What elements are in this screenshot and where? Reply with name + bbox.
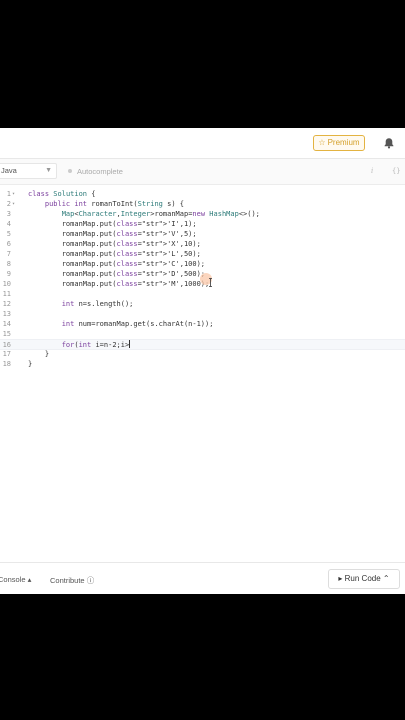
code-line[interactable]: 5 romanMap.put(class="str">'V',5);: [0, 229, 405, 239]
line-number: 12: [2, 300, 11, 308]
top-bar: ☆ Premium: [0, 128, 405, 159]
code-line[interactable]: 15: [0, 329, 405, 339]
line-number: 15: [2, 330, 11, 338]
braces-icon[interactable]: {}: [392, 167, 400, 175]
code-text: public int romanToInt(String s) {: [44, 200, 184, 208]
code-text: romanMap.put(class="str">'L',50);: [28, 250, 201, 258]
line-number: 8: [6, 260, 11, 268]
star-icon: ☆: [318, 138, 326, 147]
code-text: romanMap.put(class="str">'V',5);: [28, 230, 197, 238]
code-text: romanMap.put(class="str">'C',100);: [28, 260, 206, 268]
code-editor-app: ☆ Premium Java ▼ Autocomplete i {} 1 ▾ clas…: [0, 128, 405, 594]
info-icon[interactable]: i: [371, 167, 373, 175]
code-line[interactable]: 12 int n=s.length();: [0, 299, 405, 309]
chevron-up-icon: ⌃: [382, 574, 390, 583]
console-label: Console: [0, 575, 26, 584]
code-text: }: [28, 350, 50, 358]
code-line[interactable]: 11: [0, 289, 405, 299]
fold-chevron-icon[interactable]: ▾: [12, 189, 15, 199]
chevron-up-icon: ▴: [27, 575, 32, 584]
line-number: 7: [6, 250, 11, 258]
code-text: int n=s.length();: [61, 300, 134, 308]
toggle-dot-icon: [68, 169, 72, 173]
code-text: class Solution {: [28, 190, 96, 198]
text-caret: [129, 340, 131, 348]
editor-toolbar: Java ▼ Autocomplete i {}: [0, 159, 405, 185]
code-text: romanMap.put(class="str">'X',10);: [28, 240, 201, 248]
code-text: Map<Character,Integer>romanMap=new HashM…: [61, 210, 260, 218]
line-number: 4: [6, 220, 11, 228]
autocomplete-label: Autocomplete: [77, 167, 123, 176]
code-text: romanMap.put(class="str">'I',1);: [28, 220, 197, 228]
line-number: 13: [2, 310, 11, 318]
language-value: Java: [1, 166, 17, 175]
bell-icon[interactable]: [383, 137, 395, 149]
contribute-button[interactable]: Contribute ⓘ: [50, 575, 94, 586]
code-text: romanMap.put(class="str">'D',500);: [28, 270, 206, 278]
code-line[interactable]: 3 Map<Character,Integer>romanMap=new Has…: [0, 209, 405, 219]
code-line[interactable]: 13: [0, 309, 405, 319]
run-code-button[interactable]: ▸ Run Code ⌃: [328, 569, 400, 589]
code-text: }: [28, 360, 33, 368]
info-circle-icon: ⓘ: [86, 576, 95, 585]
code-line[interactable]: 8 romanMap.put(class="str">'C',100);: [0, 259, 405, 269]
code-line[interactable]: 4 romanMap.put(class="str">'I',1);: [0, 219, 405, 229]
premium-button[interactable]: ☆ Premium: [313, 135, 365, 151]
code-line[interactable]: 6 romanMap.put(class="str">'X',10);: [0, 239, 405, 249]
line-number: 6: [6, 240, 11, 248]
run-code-label: Run Code: [344, 574, 381, 583]
bottom-bar: Console ▴ Contribute ⓘ ▸ Run Code ⌃: [0, 562, 405, 594]
line-number: 17: [2, 350, 11, 358]
console-button[interactable]: Console ▴: [0, 575, 31, 584]
line-number: 2: [6, 200, 11, 208]
code-line[interactable]: 14 int num=romanMap.get(s.charAt(n-1));: [0, 319, 405, 329]
language-select[interactable]: Java ▼: [0, 163, 57, 179]
fold-chevron-icon[interactable]: ▾: [12, 199, 15, 209]
line-number: 10: [2, 280, 11, 288]
code-text: int num=romanMap.get(s.charAt(n-1));: [61, 320, 214, 328]
line-number: 5: [6, 230, 11, 238]
premium-label: Premium: [327, 138, 360, 147]
chevron-down-icon: ▼: [45, 167, 52, 174]
code-line[interactable]: 1 ▾ class Solution {: [0, 189, 405, 199]
code-line[interactable]: 17 }: [0, 349, 405, 359]
line-number: 14: [2, 320, 11, 328]
line-number: 11: [2, 290, 11, 298]
code-line[interactable]: 18}: [0, 359, 405, 369]
contribute-label: Contribute: [50, 576, 85, 585]
line-number: 1: [6, 190, 11, 198]
line-number: 9: [6, 270, 11, 278]
line-number: 3: [6, 210, 11, 218]
code-editor[interactable]: 1 ▾ class Solution {2 ▾ public int romanToI…: [0, 185, 405, 560]
code-text: romanMap.put(class="str">'M',1000);: [28, 280, 210, 288]
play-icon: ▸: [338, 574, 343, 583]
text-cursor-icon: [209, 278, 212, 287]
code-line[interactable]: 2 ▾ public int romanToInt(String s) {: [0, 199, 405, 209]
code-line[interactable]: 7 romanMap.put(class="str">'L',50);: [0, 249, 405, 259]
autocomplete-toggle[interactable]: Autocomplete: [68, 167, 123, 177]
line-number: 18: [2, 360, 11, 368]
